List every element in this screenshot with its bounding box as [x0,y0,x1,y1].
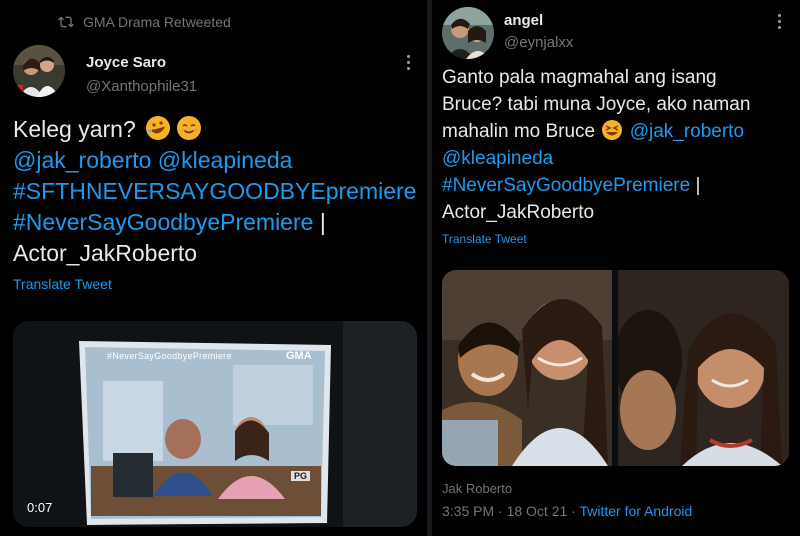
hashtag-link[interactable]: #SFTHNEVERSAYGOODBYEpremiere [13,176,416,207]
tweet-text-plain: Keleg yarn? [13,116,136,142]
video-duration: 0:07 [27,500,53,515]
retweet-label: GMA Drama Retweeted [83,14,231,30]
tweet-text-line: Bruce? tabi muna Joyce, ako naman [442,94,751,115]
timestamp[interactable]: 3:35 PM · 18 Oct 21 · [442,503,579,519]
tweet-text-tail: Actor_JakRoberto [13,240,198,266]
avatar[interactable] [442,7,494,59]
rolling-on-floor-laughing-icon [146,116,171,140]
more-options-icon[interactable] [398,52,418,72]
retweet-icon [58,16,74,28]
tweet-meta: 3:35 PM · 18 Oct 21 · Twitter for Androi… [442,503,692,519]
author-name[interactable]: angel [504,12,543,29]
mention-link[interactable]: @jak_roberto [630,121,744,142]
tweet-body: Keleg yarn? @jak_roberto @kleapineda #SF… [13,114,416,269]
tagged-user[interactable]: Jak Roberto [442,481,512,496]
author-name[interactable]: Joyce Saro [86,54,166,71]
tweet-text-line: mahalin mo Bruce [442,121,596,142]
separator: | [319,209,326,235]
photo-1[interactable] [442,270,612,466]
tweet-text-line: Actor_JakRoberto [442,202,595,223]
smiling-face-icon [176,116,201,140]
photo-2[interactable] [618,270,789,466]
mention-link[interactable]: @kleapineda [442,145,750,172]
video-player[interactable]: #NeverSayGoodbyePremiere GMA PG 0:07 [13,321,417,527]
more-options-icon[interactable] [769,11,789,31]
left-tweet: GMA Drama Retweeted Joyce Saro @Xanthoph… [0,0,427,536]
translate-tweet-link[interactable]: Translate Tweet [442,232,527,246]
avatar[interactable] [13,45,65,97]
author-handle[interactable]: @Xanthophile31 [86,78,197,95]
grinning-squinting-face-icon [602,120,623,140]
retweet-indicator[interactable]: GMA Drama Retweeted [58,14,231,30]
hashtag-link[interactable]: #NeverSayGoodbyePremiere [13,209,313,235]
hashtag-link[interactable]: #NeverSayGoodbyePremiere [442,175,690,196]
media-grid [442,270,789,466]
right-tweet: angel @eynjalxx Ganto pala magmahal ang … [432,0,800,536]
separator: | [695,175,701,196]
tweet-text-line: Ganto pala magmahal ang isang [442,67,717,88]
tweet-mentions[interactable]: @jak_roberto @kleapineda [13,145,416,176]
source-link[interactable]: Twitter for Android [579,503,692,519]
translate-tweet-link[interactable]: Translate Tweet [13,276,112,292]
rating-badge: PG [291,471,311,481]
channel-logo: GMA [286,350,312,362]
author-handle[interactable]: @eynjalxx [504,34,573,51]
tweet-body: Ganto pala magmahal ang isang Bruce? tab… [442,64,750,226]
video-hashtag-overlay: #NeverSayGoodbyePremiere [107,351,232,361]
